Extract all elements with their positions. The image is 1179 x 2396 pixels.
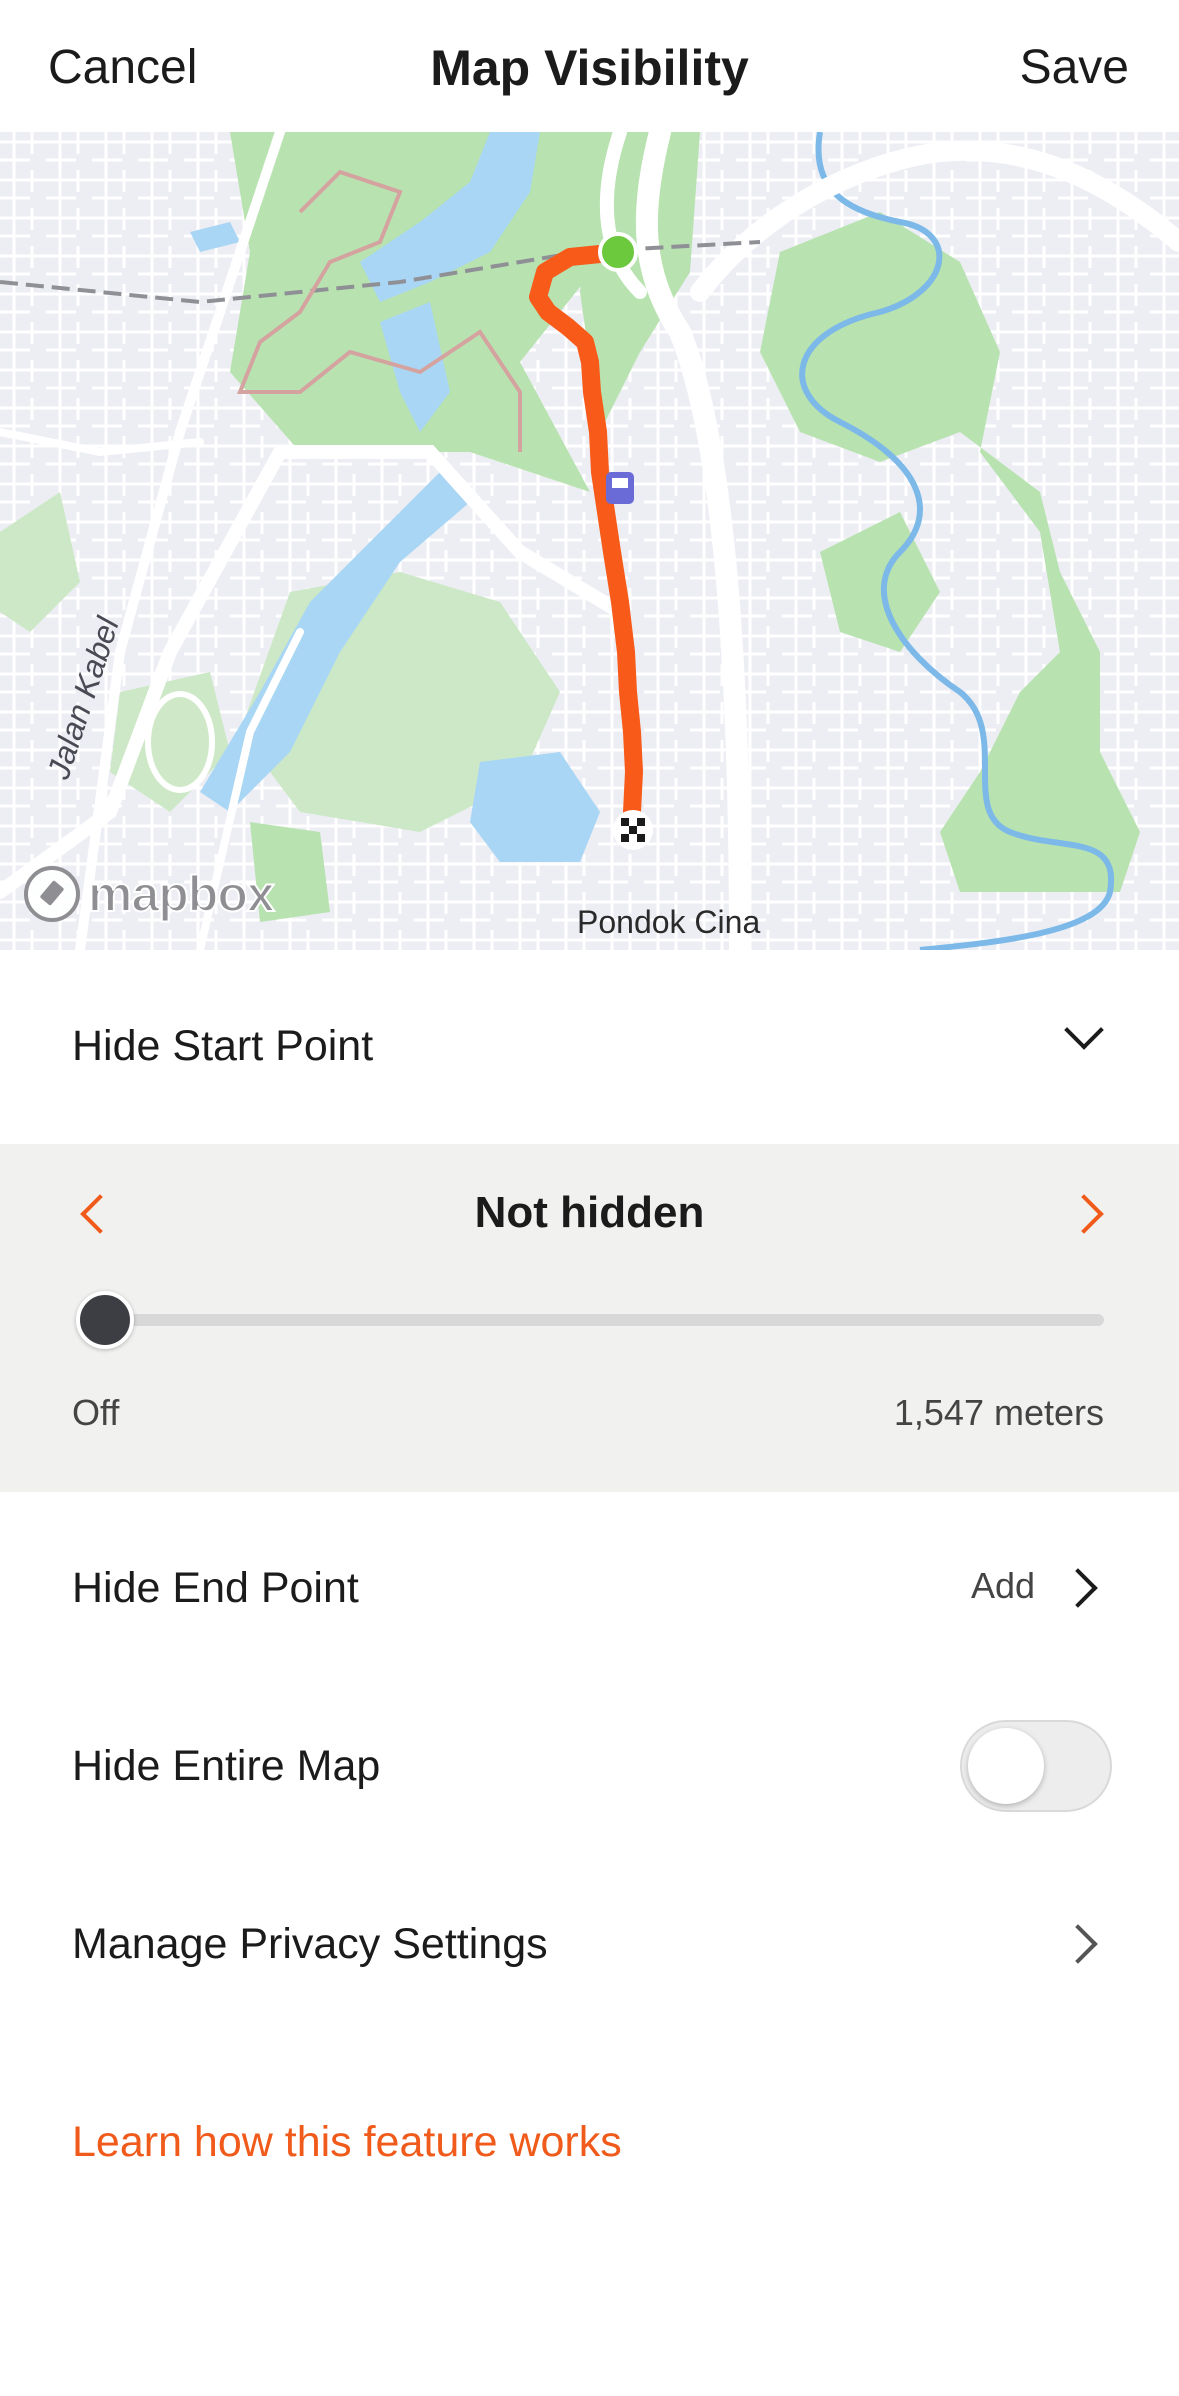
slider-max-label: 1,547 meters	[893, 1392, 1104, 1433]
page-title: Map Visibility	[430, 40, 749, 96]
bus-stop-icon	[606, 472, 634, 504]
manage-privacy-row[interactable]: Manage Privacy Settings	[0, 1884, 1179, 2004]
nav-header: Cancel Map Visibility Save	[0, 0, 1179, 132]
sports-track	[145, 691, 215, 793]
map-label-pondok-cina: Pondok Cina	[577, 904, 761, 940]
chevron-down-icon	[1064, 1010, 1104, 1050]
start-point-status: Not hidden	[474, 1188, 705, 1237]
route-map[interactable]: Jalan Kabel Pondok Cina mapbox i	[0, 132, 1179, 950]
start-point-slider-thumb[interactable]	[76, 1291, 134, 1349]
hide-start-point-row[interactable]: Hide Start Point	[0, 986, 1179, 1106]
hide-start-point-label: Hide Start Point	[72, 1022, 374, 1070]
mapbox-wordmark: mapbox	[87, 865, 276, 923]
toggle-knob	[968, 1728, 1044, 1804]
learn-feature-link[interactable]: Learn how this feature works	[72, 2116, 622, 2168]
map-canvas	[0, 132, 1179, 950]
start-point-slider-track[interactable]	[104, 1314, 1104, 1326]
hide-end-point-label: Hide End Point	[72, 1564, 359, 1612]
mapbox-attribution[interactable]: mapbox	[24, 864, 276, 924]
manage-privacy-label: Manage Privacy Settings	[72, 1920, 548, 1968]
start-marker	[598, 232, 638, 272]
hide-entire-map-toggle[interactable]	[960, 1720, 1112, 1812]
finish-marker	[613, 810, 653, 850]
hide-end-point-add[interactable]: Add	[971, 1565, 1035, 1607]
mapbox-logo-icon	[24, 866, 80, 922]
slider-min-label: Off	[72, 1392, 120, 1433]
hide-entire-map-label: Hide Entire Map	[72, 1742, 381, 1790]
save-button[interactable]: Save	[1020, 38, 1129, 98]
